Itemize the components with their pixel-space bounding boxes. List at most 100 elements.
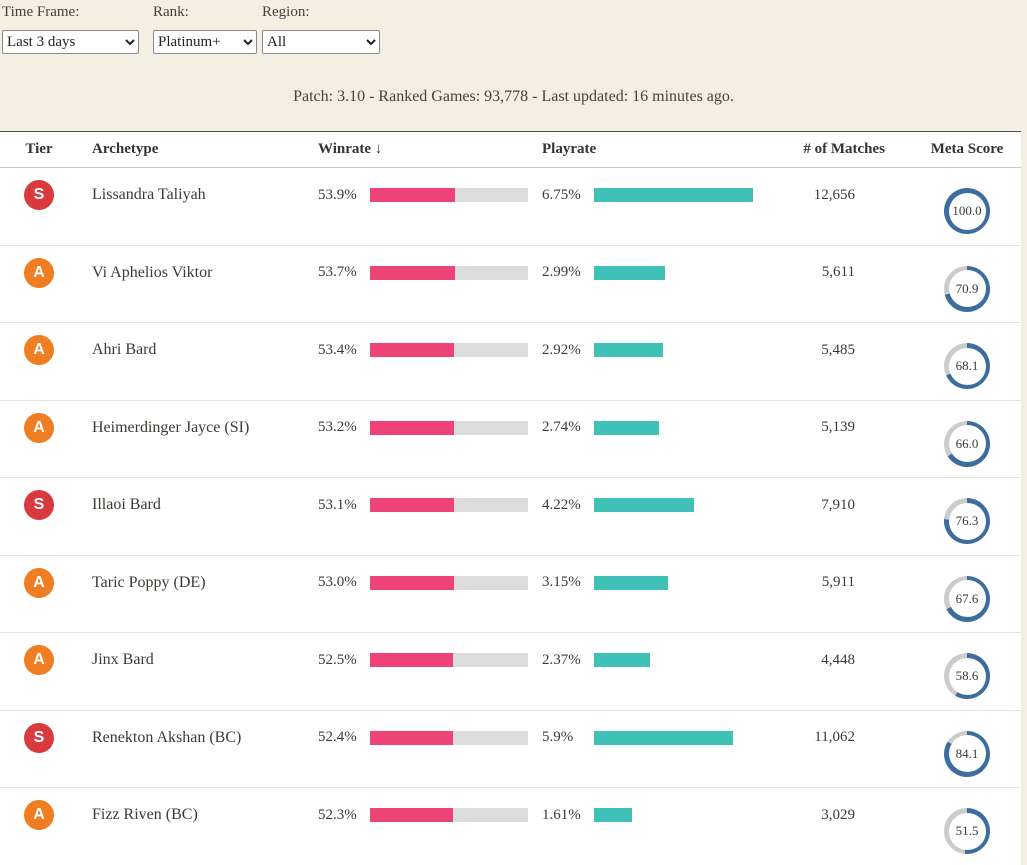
tier-cell: A bbox=[0, 567, 78, 598]
table-row[interactable]: A Heimerdinger Jayce (SI) 53.2% 2.74% 5,… bbox=[0, 401, 1021, 478]
playrate-bar-fill bbox=[594, 808, 632, 822]
tier-badge: A bbox=[24, 412, 54, 443]
playrate-value: 2.37% bbox=[542, 651, 581, 668]
winrate-cell: 53.9% bbox=[318, 180, 542, 210]
tier-cell: A bbox=[0, 335, 78, 365]
meta-score-ring: 66.0 bbox=[944, 420, 990, 467]
winrate-cell: 53.0% bbox=[318, 568, 542, 598]
matches-value: 5,139 bbox=[821, 419, 855, 435]
winrate-bar-fill bbox=[370, 575, 454, 590]
table-row[interactable]: A Ahri Bard 53.4% 2.92% 5,485 68.1 bbox=[0, 323, 1021, 401]
archetype-name: Illaoi Bard bbox=[92, 496, 161, 513]
winrate-bar bbox=[370, 575, 528, 590]
tier-badge: A bbox=[24, 335, 54, 365]
header-matches[interactable]: # of Matches bbox=[777, 141, 885, 158]
table-row[interactable]: S Illaoi Bard 53.1% 4.22% 7,910 76.3 bbox=[0, 478, 1021, 556]
matches-cell: 5,911 bbox=[777, 568, 885, 598]
archetype-name: Renekton Akshan (BC) bbox=[92, 728, 242, 746]
archetype-cell: Fizz Riven (BC) bbox=[78, 800, 318, 830]
table-row[interactable]: A Jinx Bard 52.5% 2.37% 4,448 58.6 bbox=[0, 633, 1021, 711]
tier-cell: A bbox=[0, 412, 78, 443]
tier-cell: S bbox=[0, 180, 78, 210]
table-row[interactable]: A Taric Poppy (DE) 53.0% 3.15% 5,911 67.… bbox=[0, 556, 1021, 633]
region-select[interactable]: All bbox=[262, 30, 380, 54]
winrate-cell: 53.2% bbox=[318, 413, 542, 443]
winrate-bar-fill bbox=[370, 653, 453, 667]
meta-score-ring: 100.0 bbox=[944, 188, 990, 234]
matches-cell: 4,448 bbox=[777, 645, 885, 675]
winrate-bar bbox=[370, 498, 528, 512]
meta-score-cell: 70.9 bbox=[885, 258, 1021, 312]
region-filter: Region: All bbox=[262, 4, 380, 54]
winrate-value: 53.0% bbox=[318, 574, 357, 590]
meta-score-cell: 67.6 bbox=[885, 568, 1021, 622]
matches-cell: 11,062 bbox=[777, 723, 885, 753]
archetype-cell: Taric Poppy (DE) bbox=[78, 568, 318, 598]
tier-badge: A bbox=[24, 645, 54, 675]
patch-status: Patch: 3.10 - Ranked Games: 93,778 - Las… bbox=[293, 88, 734, 105]
table-row[interactable]: S Lissandra Taliyah 53.9% 6.75% 12,656 1… bbox=[0, 168, 1021, 246]
playrate-cell: 5.9% bbox=[542, 723, 777, 753]
playrate-value: 3.15% bbox=[542, 574, 581, 590]
meta-score-value: 76.3 bbox=[948, 502, 986, 540]
header-tier[interactable]: Tier bbox=[0, 141, 78, 158]
playrate-bar-fill bbox=[594, 498, 694, 512]
rank-select[interactable]: Platinum+ bbox=[153, 30, 257, 54]
playrate-bar-fill bbox=[594, 653, 650, 667]
table-header: Tier Archetype Winrate ↓ Playrate # of M… bbox=[0, 132, 1021, 168]
rank-label: Rank: bbox=[153, 4, 189, 20]
playrate-value: 4.22% bbox=[542, 496, 581, 513]
playrate-cell: 2.74% bbox=[542, 413, 777, 443]
tier-badge: A bbox=[24, 257, 54, 288]
tier-cell: A bbox=[0, 800, 78, 830]
winrate-cell: 53.4% bbox=[318, 335, 542, 365]
tier-cell: S bbox=[0, 722, 78, 753]
archetype-cell: Vi Aphelios Viktor bbox=[78, 258, 318, 288]
time-frame-select[interactable]: Last 3 days bbox=[2, 30, 139, 54]
meta-score-cell: 51.5 bbox=[885, 800, 1021, 854]
archetype-name: Heimerdinger Jayce (SI) bbox=[92, 418, 250, 436]
meta-score-ring: 76.3 bbox=[944, 498, 990, 544]
winrate-bar-fill bbox=[370, 188, 456, 202]
table-row[interactable]: A Vi Aphelios Viktor 53.7% 2.99% 5,611 7… bbox=[0, 246, 1021, 323]
meta-score-value: 67.6 bbox=[948, 580, 986, 617]
archetype-cell: Heimerdinger Jayce (SI) bbox=[78, 413, 318, 443]
matches-value: 5,611 bbox=[821, 264, 855, 280]
table-row[interactable]: A Fizz Riven (BC) 52.3% 1.61% 3,029 51.5 bbox=[0, 788, 1021, 865]
tier-badge: S bbox=[24, 490, 54, 520]
header-meta-score[interactable]: Meta Score bbox=[885, 141, 1021, 158]
matches-cell: 5,139 bbox=[777, 413, 885, 443]
playrate-cell: 2.37% bbox=[542, 645, 777, 675]
archetype-name: Fizz Riven (BC) bbox=[92, 806, 198, 823]
winrate-bar-fill bbox=[370, 420, 455, 435]
tier-badge: S bbox=[24, 180, 54, 210]
header-playrate[interactable]: Playrate bbox=[542, 141, 777, 158]
header-winrate[interactable]: Winrate ↓ bbox=[318, 141, 542, 158]
meta-score-ring: 84.1 bbox=[944, 730, 990, 777]
winrate-value: 52.3% bbox=[318, 806, 357, 823]
meta-score-ring: 70.9 bbox=[944, 265, 990, 312]
winrate-cell: 52.4% bbox=[318, 723, 542, 753]
header-archetype[interactable]: Archetype bbox=[78, 141, 318, 158]
playrate-value: 6.75% bbox=[542, 186, 581, 203]
matches-value: 5,485 bbox=[821, 341, 855, 358]
winrate-cell: 53.7% bbox=[318, 258, 542, 288]
meta-score-value: 58.6 bbox=[948, 657, 986, 695]
winrate-cell: 53.1% bbox=[318, 490, 542, 520]
meta-score-cell: 58.6 bbox=[885, 645, 1021, 699]
meta-score-value: 100.0 bbox=[948, 192, 986, 230]
time-frame-filter: Time Frame: Last 3 days bbox=[2, 4, 139, 54]
winrate-value: 52.5% bbox=[318, 651, 357, 668]
tier-cell: A bbox=[0, 645, 78, 675]
winrate-bar bbox=[370, 730, 528, 745]
matches-cell: 5,611 bbox=[777, 258, 885, 288]
playrate-bar-fill bbox=[594, 343, 663, 357]
table-row[interactable]: S Renekton Akshan (BC) 52.4% 5.9% 11,062… bbox=[0, 711, 1021, 788]
archetype-name: Ahri Bard bbox=[92, 341, 157, 358]
meta-table: Tier Archetype Winrate ↓ Playrate # of M… bbox=[0, 131, 1021, 865]
playrate-bar-fill bbox=[594, 420, 659, 435]
winrate-value: 53.1% bbox=[318, 496, 357, 513]
matches-value: 5,911 bbox=[821, 574, 855, 590]
winrate-bar-fill bbox=[370, 343, 455, 357]
meta-score-ring: 51.5 bbox=[944, 808, 990, 854]
